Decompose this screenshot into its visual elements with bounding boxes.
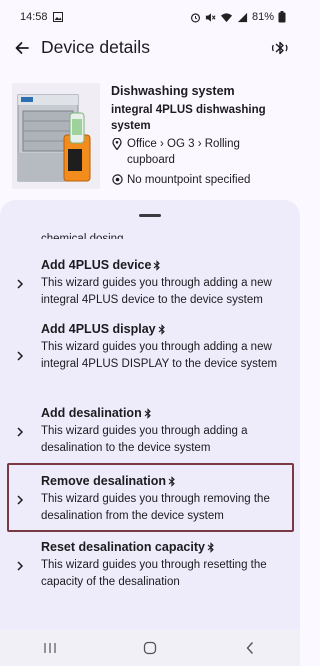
device-mountpoint-text: No mountpoint specified <box>127 174 251 186</box>
device-location: Office › OG 3 › Rolling cupboard <box>111 136 281 168</box>
wizard-item-add-4plus-device[interactable]: Add 4PLUS device This wizard guides you … <box>0 258 300 314</box>
location-pin-icon <box>111 136 123 168</box>
gallery-icon <box>52 12 63 22</box>
wizard-item-description: This wizard guides you through adding a … <box>41 341 278 370</box>
wizard-item-title: Add 4PLUS display <box>41 322 166 336</box>
wizard-item-reset-desalination-capacity[interactable]: Reset desalination capacity This wizard … <box>0 540 300 596</box>
bluetooth-searching-icon <box>271 41 288 55</box>
bluetooth-icon <box>158 323 165 335</box>
chevron-right-icon <box>14 560 26 572</box>
wizard-item-description: This wizard guides you through adding a … <box>41 425 248 454</box>
home-button[interactable] <box>130 636 170 660</box>
chevron-right-icon <box>14 350 26 362</box>
back-nav-button[interactable] <box>230 636 270 660</box>
wizard-item-title: Add desalination <box>41 406 152 420</box>
back-button[interactable] <box>10 36 34 60</box>
recents-icon <box>44 643 56 653</box>
alarm-icon <box>190 12 201 23</box>
recents-button[interactable] <box>30 636 70 660</box>
wizard-item-add-4plus-display[interactable]: Add 4PLUS display This wizard guides you… <box>0 322 300 388</box>
battery-icon <box>278 11 286 23</box>
system-nav-bar <box>0 630 300 666</box>
drag-handle[interactable] <box>139 214 161 217</box>
home-icon <box>143 641 157 655</box>
back-chevron-icon <box>246 642 254 654</box>
device-model: integral 4PLUS dishwashing system <box>111 104 266 132</box>
bluetooth-icon <box>154 259 161 271</box>
app-bar: Device details <box>0 34 300 62</box>
status-bar: 14:58 81% <box>0 0 300 34</box>
signal-icon <box>237 12 248 23</box>
battery-percent: 81% <box>251 11 274 23</box>
wifi-icon <box>220 12 233 23</box>
device-name: Dishwashing system <box>111 84 235 98</box>
wizard-item-add-desalination[interactable]: Add desalination This wizard guides you … <box>0 406 300 462</box>
device-location-text: Office › OG 3 › Rolling cupboard <box>127 138 240 166</box>
target-icon <box>111 172 123 188</box>
wizard-item-title: Add 4PLUS device <box>41 258 161 272</box>
bluetooth-icon <box>144 407 151 419</box>
device-header: Dishwashing system integral 4PLUS dishwa… <box>0 80 300 192</box>
arrow-back-icon <box>15 42 29 54</box>
wizard-item-description: This wizard guides you through resetting… <box>41 559 267 588</box>
page-title: Device details <box>41 37 150 57</box>
status-time: 14:58 <box>20 11 48 23</box>
device-mountpoint: No mountpoint specified <box>111 172 296 188</box>
chevron-right-icon <box>14 426 26 438</box>
mute-icon <box>205 12 216 23</box>
bluetooth-icon <box>207 541 214 553</box>
wizard-item-description: This wizard guides you through adding a … <box>41 277 272 306</box>
selection-highlight <box>7 463 294 532</box>
bluetooth-button[interactable] <box>268 36 292 60</box>
device-image <box>12 83 100 189</box>
wizard-item-title: Reset desalination capacity <box>41 540 215 554</box>
chevron-right-icon <box>14 278 26 290</box>
wizard-bottom-sheet: chemical dosing Add 4PLUS device This wi… <box>0 200 300 630</box>
clipped-item-description: chemical dosing <box>41 233 124 239</box>
